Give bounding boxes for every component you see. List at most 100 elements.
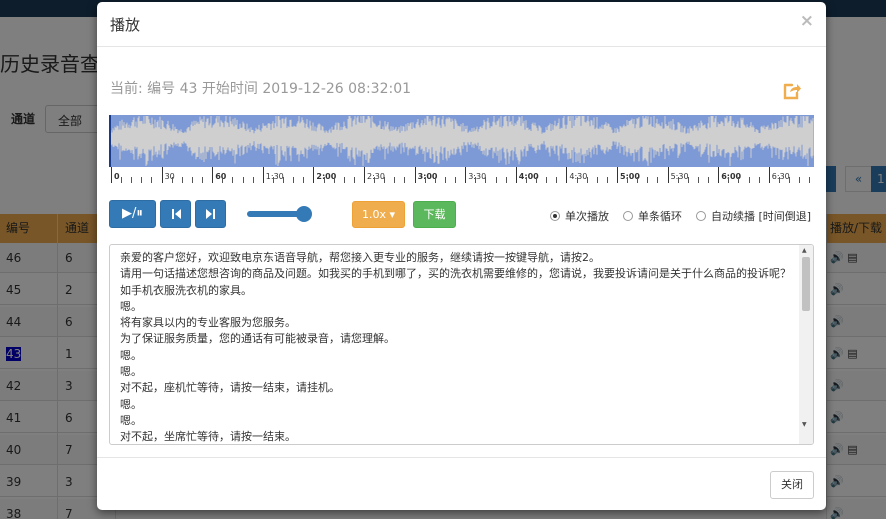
timeline-minor-tick bbox=[778, 177, 780, 183]
timeline-minor-tick bbox=[353, 177, 355, 183]
transcript-line: 亲爱的客户您好，欢迎致电京东语音导航，帮您接入更专业的服务，继续请按一按键导航，… bbox=[120, 251, 600, 264]
current-recording-info: 当前: 编号 43 开始时间 2019-12-26 08:32:01 bbox=[110, 81, 412, 97]
modal-header: 播放 × bbox=[97, 2, 826, 47]
timeline-minor-tick bbox=[404, 177, 406, 183]
timeline-tick-label: 2:30 bbox=[367, 172, 385, 181]
skip-back-icon bbox=[171, 209, 181, 219]
radio-single-loop[interactable]: 单条循环 bbox=[623, 208, 682, 224]
timeline-minor-tick bbox=[627, 177, 629, 183]
radio-dot bbox=[550, 211, 560, 221]
timeline-major-tick bbox=[212, 167, 214, 183]
timeline-major-tick bbox=[262, 167, 264, 183]
scroll-thumb[interactable] bbox=[802, 257, 810, 311]
transcript-scrollbar[interactable]: ▲ ▼ bbox=[799, 245, 813, 444]
timeline-minor-tick bbox=[374, 177, 376, 183]
transcript-line: 对不起，坐席忙等待，请按一结束。 bbox=[120, 430, 296, 444]
transcript-line: 请用一句话描述您想咨询的商品及问题。如我买的手机到哪了，买的洗衣机需要维修的，您… bbox=[120, 267, 791, 297]
timeline-minor-tick bbox=[596, 177, 598, 183]
transcript-line: 为了保证服务质量，您的通话有可能被录音，请您理解。 bbox=[120, 332, 395, 346]
timeline-tick-label: 30 bbox=[164, 172, 175, 181]
timeline-major-tick bbox=[414, 167, 416, 183]
transcript-line: 嗯。 bbox=[120, 413, 142, 427]
timeline-tick-label: 1:30 bbox=[265, 172, 284, 181]
close-button[interactable]: 关闭 bbox=[770, 471, 814, 499]
transcript-line: 嗯。 bbox=[120, 397, 142, 411]
play-pause-button[interactable]: ▶/⏸ bbox=[109, 200, 156, 228]
timeline-minor-tick bbox=[283, 177, 285, 183]
timeline-minor-tick bbox=[525, 177, 527, 183]
playhead-cursor[interactable] bbox=[109, 115, 111, 167]
timeline-minor-tick bbox=[242, 177, 244, 183]
transcript-line: 嗯。 bbox=[120, 365, 142, 379]
radio-label: 单次播放 bbox=[565, 210, 609, 223]
next-button[interactable] bbox=[195, 200, 226, 228]
radio-label: 单条循环 bbox=[638, 210, 682, 223]
playback-modal: 播放 × 当前: 编号 43 开始时间 2019-12-26 08:32:01 … bbox=[97, 2, 826, 510]
timeline-minor-tick bbox=[485, 177, 487, 183]
waveform-graph bbox=[109, 115, 814, 167]
timeline-minor-tick bbox=[505, 177, 507, 183]
timeline-minor-tick bbox=[202, 177, 204, 183]
waveform-path bbox=[109, 116, 814, 166]
timeline-minor-tick bbox=[121, 177, 123, 183]
transcript-line: 将有家具以内的专业客服为您服务。 bbox=[120, 316, 296, 330]
radio-auto-continue[interactable]: 自动续播 [时间倒退] bbox=[696, 208, 811, 224]
timeline-minor-tick bbox=[708, 177, 710, 183]
timeline-major-tick bbox=[718, 167, 720, 183]
download-button[interactable]: 下载 bbox=[413, 201, 456, 228]
timeline-minor-tick bbox=[495, 177, 497, 183]
timeline-tick-label: 60 bbox=[215, 172, 227, 181]
timeline-major-tick bbox=[111, 167, 112, 183]
export-icon[interactable] bbox=[781, 80, 803, 102]
radio-dot bbox=[696, 211, 706, 221]
timeline-minor-tick bbox=[171, 177, 173, 183]
transcript-line: 对不起，座机忙等待，请按一结束，请挂机。 bbox=[120, 381, 340, 395]
transcript-textarea[interactable]: 亲爱的客户您好，欢迎致电京东语音导航，帮您接入更专业的服务，继续请按一按键导航，… bbox=[109, 244, 814, 445]
timeline-major-tick bbox=[515, 167, 517, 183]
timeline-minor-tick bbox=[424, 177, 426, 183]
timeline-major-tick bbox=[161, 167, 163, 183]
timeline-minor-tick bbox=[303, 177, 305, 183]
prev-button[interactable] bbox=[160, 200, 191, 228]
timeline-minor-tick bbox=[131, 177, 133, 183]
timeline-minor-tick bbox=[434, 177, 436, 183]
timeline-minor-tick bbox=[455, 177, 457, 183]
timeline-tick-label: 3:30 bbox=[468, 172, 487, 181]
timeline-minor-tick bbox=[191, 177, 193, 183]
timeline-minor-tick bbox=[323, 177, 325, 183]
radio-single-play[interactable]: 单次播放 bbox=[550, 208, 609, 224]
timeline-minor-tick bbox=[141, 177, 143, 183]
timeline-major-tick bbox=[617, 167, 618, 183]
timeline-minor-tick bbox=[677, 177, 679, 183]
timeline-minor-tick bbox=[647, 177, 649, 183]
timeline-minor-tick bbox=[475, 177, 477, 183]
timeline-minor-tick bbox=[789, 177, 791, 183]
audio-waveform[interactable]: 0 30 60 1:30 2:00 2:30 3:00 3:30 4:00 4:30 5:00 5:3… bbox=[109, 115, 814, 183]
timeline-minor-tick bbox=[637, 177, 639, 183]
timeline-major-tick bbox=[364, 167, 365, 183]
timeline-minor-tick bbox=[232, 177, 234, 183]
close-icon[interactable]: × bbox=[800, 11, 814, 31]
volume-slider-handle[interactable] bbox=[296, 206, 312, 222]
timeline-tick-label: 4:30 bbox=[569, 172, 588, 181]
timeline-minor-tick bbox=[758, 177, 760, 183]
timeline-major-tick bbox=[465, 167, 467, 183]
timeline-minor-tick bbox=[687, 177, 689, 183]
timeline-minor-tick bbox=[333, 177, 335, 183]
timeline-tick-label: 0 bbox=[114, 172, 120, 181]
speed-dropdown[interactable]: 1.0x ▾ bbox=[352, 201, 405, 228]
timeline-minor-tick bbox=[252, 177, 254, 183]
radio-dot bbox=[623, 211, 633, 221]
scroll-down-arrow[interactable]: ▼ bbox=[802, 421, 807, 428]
timeline-minor-tick bbox=[556, 177, 558, 183]
timeline-minor-tick bbox=[394, 177, 396, 183]
transcript-line: 嗯。 bbox=[120, 348, 142, 362]
timeline-tick-label: 5:30 bbox=[670, 172, 689, 181]
timeline-major-tick bbox=[313, 167, 315, 183]
timeline-minor-tick bbox=[748, 177, 750, 183]
timeline-minor-tick bbox=[272, 177, 274, 183]
transcript-content: 亲爱的客户您好，欢迎致电京东语音导航，帮您接入更专业的服务，继续请按一按键导航，… bbox=[120, 250, 796, 444]
timeline-minor-tick bbox=[536, 177, 538, 183]
scroll-up-arrow[interactable]: ▲ bbox=[802, 247, 807, 254]
timeline-minor-tick bbox=[586, 177, 588, 183]
